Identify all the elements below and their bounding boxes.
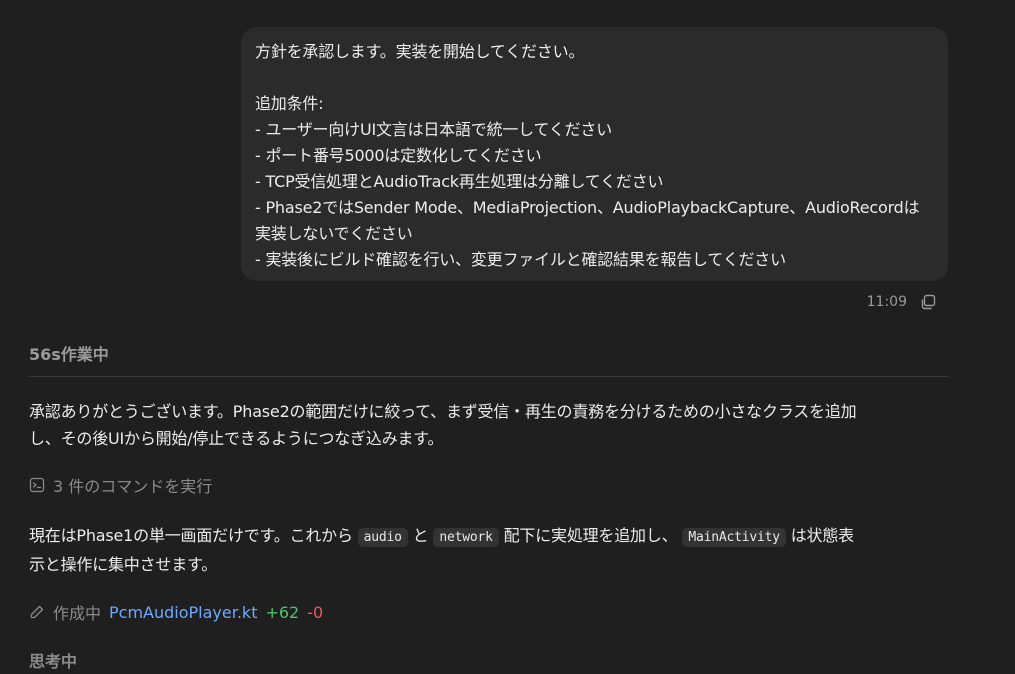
inline-code: audio xyxy=(357,528,408,547)
assistant-paragraph: 承認ありがとうございます。Phase2の範囲だけに絞って、まず受信・再生の責務を… xyxy=(29,398,949,452)
user-message-bubble: 方針を承認します。実装を開始してください。 追加条件: - ユーザー向けUI文言… xyxy=(241,27,948,281)
assistant-text: 配下に実処理を追加し、 xyxy=(498,526,683,545)
terminal-icon xyxy=(29,477,45,493)
user-message-line: 方針を承認します。実装を開始してください。 xyxy=(255,42,585,61)
lines-removed: -0 xyxy=(307,602,324,622)
file-link[interactable]: PcmAudioPlayer.kt xyxy=(109,603,257,622)
user-message-line: - 実装後にビルド確認を行い、変更ファイルと確認結果を報告してください xyxy=(255,250,786,269)
assistant-text: 示と操作に集中させます。 xyxy=(29,555,218,574)
copy-icon[interactable] xyxy=(919,293,937,311)
user-message-line: - TCP受信処理とAudioTrack再生処理は分離してください xyxy=(255,172,664,191)
inline-code: MainActivity xyxy=(682,528,786,547)
thinking-status: 思考中 xyxy=(29,652,78,671)
assistant-text: 承認ありがとうございます。Phase2の範囲だけに絞って、まず受信・再生の責務を… xyxy=(29,402,857,421)
assistant-text: と xyxy=(407,526,434,545)
assistant-text: 現在はPhase1の単一画面だけです。これから xyxy=(29,526,358,545)
assistant-paragraph: 現在はPhase1の単一画面だけです。これから audio と network … xyxy=(29,522,949,578)
lines-added: +62 xyxy=(265,602,300,622)
assistant-text: し、その後UIから開始/停止できるようにつなぎ込みます。 xyxy=(29,429,444,448)
user-message-line: 追加条件: xyxy=(255,94,324,113)
message-meta: 11:09 xyxy=(867,293,937,311)
edit-label: 作成中 xyxy=(53,604,102,623)
assistant-text-line: 現在はPhase1の単一画面だけです。これから audio と network … xyxy=(29,522,949,551)
user-message-line: - ポート番号5000は定数化してください xyxy=(255,146,542,165)
commands-label: 3 件のコマンドを実行 xyxy=(53,477,213,496)
user-message-line: - Phase2ではSender Mode、MediaProjection、Au… xyxy=(255,198,920,217)
user-message-line: - ユーザー向けUI文言は日本語で統一してください xyxy=(255,120,613,139)
pencil-icon xyxy=(30,605,44,619)
file-edit-status: 作成中 PcmAudioPlayer.kt +62 -0 xyxy=(29,600,323,624)
inline-code: network xyxy=(433,528,499,547)
divider xyxy=(29,376,948,377)
assistant-text: は状態表 xyxy=(785,526,854,545)
message-timestamp: 11:09 xyxy=(866,294,907,310)
user-message-line: 実装しないでください xyxy=(255,224,413,243)
commands-executed-toggle[interactable]: 3 件のコマンドを実行 xyxy=(29,473,212,497)
working-status[interactable]: 56s作業中 xyxy=(29,341,109,365)
